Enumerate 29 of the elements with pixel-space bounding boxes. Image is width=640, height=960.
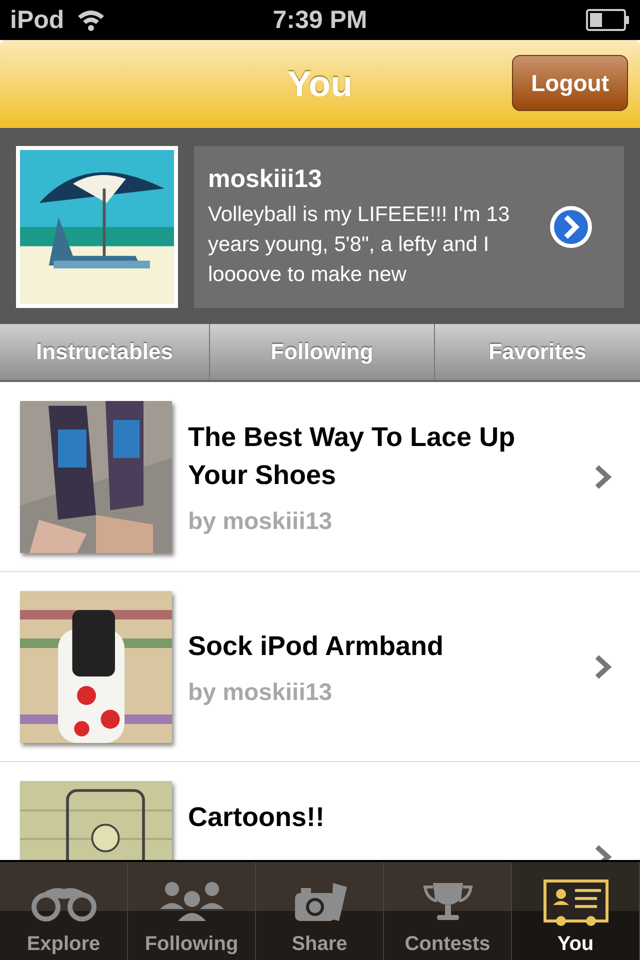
battery-icon: [586, 9, 630, 31]
tab-bar-item[interactable]: Contests: [384, 862, 512, 960]
wifi-icon: [76, 8, 106, 32]
trophy-icon: [423, 883, 472, 920]
list-row[interactable]: Sock iPod Armband by moskiii13: [0, 572, 640, 762]
tab-bar-item[interactable]: You: [512, 862, 640, 960]
disclosure-icon[interactable]: [548, 204, 594, 250]
profile-card[interactable]: moskiii13 Volleyball is my LIFEEE!!! I'm 13 years young, 5'8", a lefty and I loooove to make new: [194, 146, 624, 308]
status-time: 7:39 PM: [272, 6, 368, 34]
item-title: Cartoons!!: [188, 801, 326, 834]
profile-bio: Volleyball is my LIFEEE!!! I'm 13 years young, 5'8", a lefty and I loooove to make new: [208, 202, 511, 288]
camera-icon: [294, 883, 346, 921]
list-row[interactable]: The Best Way To Lace Up Your Shoes by moskiii13: [0, 382, 640, 572]
item-byline: by moskiii13: [188, 508, 334, 536]
carrier-label: iPod: [10, 6, 64, 34]
chevron-icon: [594, 654, 612, 680]
tab-bar-item[interactable]: Explore: [0, 862, 128, 960]
id-card-icon: [543, 880, 608, 926]
tab-bar-item[interactable]: Share: [256, 862, 384, 960]
item-byline: by moskiii13: [188, 678, 334, 706]
nav-title: You: [287, 63, 353, 105]
binoculars-icon: [31, 888, 96, 922]
item-title: Sock iPod Armband: [188, 630, 445, 662]
username: moskiii13: [208, 164, 323, 194]
people-icon: [160, 882, 224, 921]
item-title: The Best Way To Lace Up Your Shoes: [188, 420, 516, 492]
tab-bar-item[interactable]: Following: [128, 862, 256, 960]
chevron-icon: [594, 464, 612, 490]
logout-button[interactable]: Logout: [512, 55, 628, 111]
